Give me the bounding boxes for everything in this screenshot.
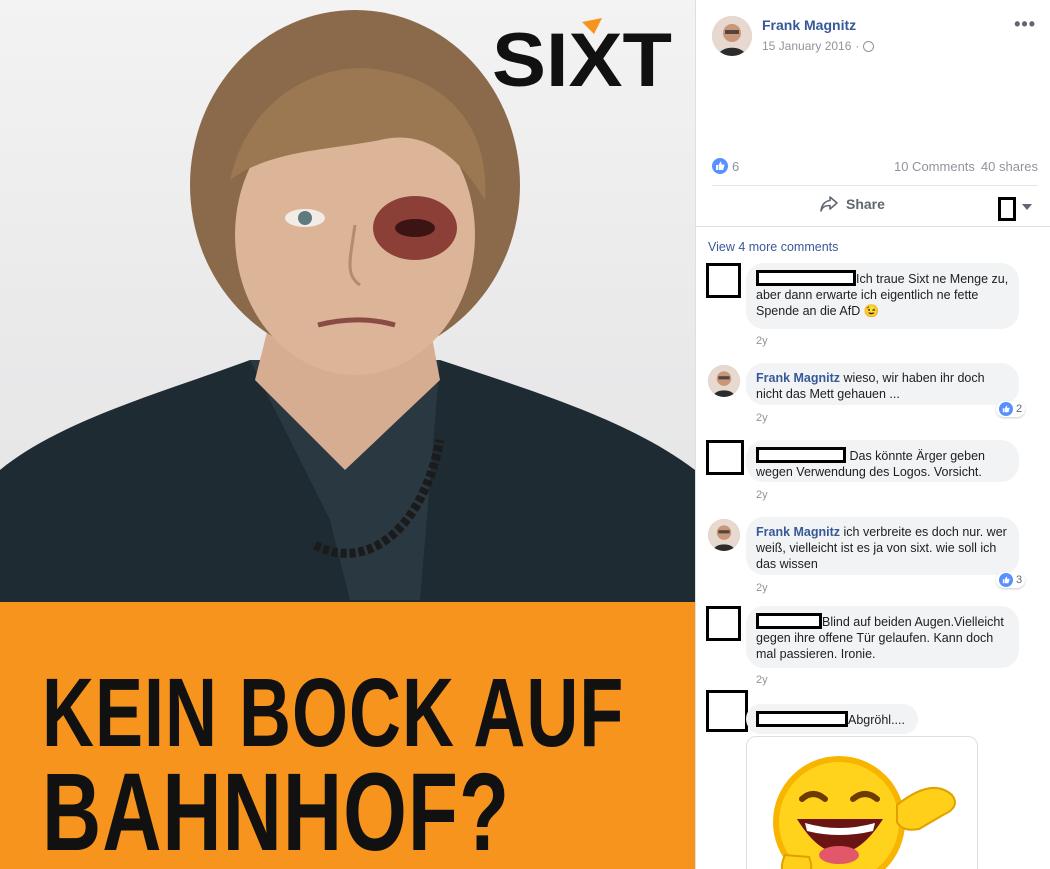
date-separator: ·: [855, 39, 860, 53]
commenter-name-link[interactable]: Frank Magnitz: [756, 525, 840, 539]
ellipsis-icon[interactable]: •••: [1014, 14, 1036, 35]
comment-bubble: Das könnte Ärger geben wegen Verwendung …: [746, 440, 1019, 482]
redacted-avatar: [706, 690, 748, 732]
laughing-emoji-image[interactable]: [746, 736, 978, 869]
divider: [696, 226, 1050, 227]
redacted-audience-selector[interactable]: [998, 197, 1016, 221]
comment-time[interactable]: 2y: [756, 412, 768, 424]
share-label: Share: [846, 196, 885, 212]
comments-count-link[interactable]: 10 Comments: [894, 159, 975, 174]
author-avatar[interactable]: [712, 16, 752, 56]
facebook-photo-viewer: SIXT KEIN BOCK AUF BAHNHOF? Frank Magnit…: [0, 0, 1050, 869]
comment-bubble: Frank Magnitz wieso, wir haben ihr doch …: [746, 363, 1019, 405]
like-number: 3: [1016, 574, 1023, 586]
comment-bubble: Frank Magnitz ich verbreite es doch nur.…: [746, 517, 1019, 575]
redacted-avatar: [706, 440, 744, 475]
post-image[interactable]: SIXT KEIN BOCK AUF BAHNHOF?: [0, 0, 695, 869]
post-meta: 15 January 2016 ·: [762, 39, 875, 53]
like-icon: [999, 402, 1013, 416]
chevron-down-icon[interactable]: [1022, 204, 1032, 210]
like-icon: [999, 573, 1013, 587]
post-actions: Share: [696, 186, 1050, 226]
redacted-author-name: [756, 270, 856, 286]
post-date[interactable]: 15 January 2016: [762, 39, 851, 53]
redacted-avatar: [706, 263, 741, 298]
svg-text:SIXT: SIXT: [492, 18, 672, 96]
author-name-link[interactable]: Frank Magnitz: [762, 17, 874, 33]
commenter-avatar[interactable]: [708, 365, 740, 397]
reaction-summary: 6 10 Comments 40 shares: [712, 158, 1038, 174]
post-sidebar: Frank Magnitz 15 January 2016 · ••• 6 10…: [695, 0, 1050, 869]
comment-time[interactable]: 2y: [756, 335, 768, 347]
redacted-author-name: [756, 711, 848, 727]
commenter-name-link[interactable]: Frank Magnitz: [756, 371, 840, 385]
comment-like-count[interactable]: 2: [996, 401, 1026, 417]
post-header: Frank Magnitz 15 January 2016 ·: [712, 16, 875, 56]
comment-bubble: Ich traue Sixt ne Menge zu, aber dann er…: [746, 263, 1019, 329]
wink-emoji: 😉: [863, 304, 880, 318]
like-icon: [712, 158, 728, 174]
comment-bubble: Abgröhl....: [746, 704, 918, 734]
shares-count-link[interactable]: 40 shares: [981, 159, 1038, 174]
view-more-comments-link[interactable]: View 4 more comments: [708, 240, 838, 254]
comment-like-count[interactable]: 3: [996, 572, 1026, 588]
redacted-author-name: [756, 447, 846, 463]
globe-icon: [863, 40, 875, 52]
like-number: 2: [1016, 403, 1023, 415]
comment-bubble: Blind auf beiden Augen.Vielleicht gegen …: [746, 606, 1019, 668]
comment-text: Abgröhl....: [848, 713, 905, 727]
like-count[interactable]: 6: [732, 159, 739, 174]
comment-time[interactable]: 2y: [756, 674, 768, 686]
headline-line-2: BAHNHOF?: [42, 751, 511, 869]
share-button[interactable]: Share: [820, 196, 885, 212]
comment-time[interactable]: 2y: [756, 582, 768, 594]
commenter-avatar[interactable]: [708, 519, 740, 551]
redacted-author-name: [756, 613, 822, 629]
share-icon: [820, 196, 838, 212]
comment-time[interactable]: 2y: [756, 489, 768, 501]
sixt-logo: SIXT: [492, 18, 672, 96]
redacted-avatar: [706, 606, 741, 641]
